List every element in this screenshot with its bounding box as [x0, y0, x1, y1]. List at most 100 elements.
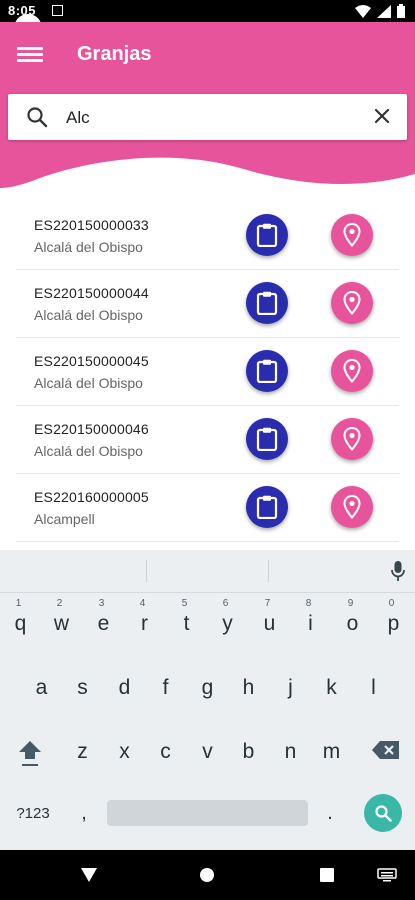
- menu-icon-bar: [17, 59, 43, 62]
- backspace-key[interactable]: [368, 740, 404, 766]
- signal-icon: [377, 4, 391, 18]
- search-enter-key[interactable]: [364, 794, 402, 832]
- details-button[interactable]: [246, 350, 288, 392]
- key-label: l: [371, 676, 376, 699]
- list-item[interactable]: ES220160000005 Alcampell: [16, 474, 399, 542]
- key-r[interactable]: 4r: [124, 598, 165, 648]
- key-label: s: [77, 676, 88, 699]
- system-nav-bar: [0, 850, 415, 900]
- farm-place: Alcalá del Obispo: [34, 307, 143, 323]
- details-button[interactable]: [246, 214, 288, 256]
- key-label: h: [242, 676, 255, 699]
- space-key[interactable]: [107, 800, 308, 826]
- keyboard-switch-icon[interactable]: [377, 868, 397, 882]
- period-key[interactable]: .: [318, 802, 342, 825]
- key-k[interactable]: k: [311, 662, 352, 712]
- list-item[interactable]: ES220150000045 Alcalá del Obispo: [16, 338, 399, 406]
- key-hint: 0: [388, 598, 395, 609]
- key-f[interactable]: f: [145, 662, 186, 712]
- key-v[interactable]: v: [187, 726, 228, 776]
- key-w[interactable]: 2w: [41, 598, 82, 648]
- search-icon: [27, 107, 48, 128]
- menu-button[interactable]: [17, 44, 43, 66]
- key-label: u: [263, 612, 276, 635]
- search-input[interactable]: [64, 103, 358, 133]
- menu-icon-bar: [17, 47, 43, 50]
- farm-place: Alcampell: [34, 511, 95, 527]
- key-t[interactable]: 5t: [166, 598, 207, 648]
- recents-icon[interactable]: [319, 867, 335, 883]
- system-icons: [355, 4, 405, 18]
- farm-place: Alcalá del Obispo: [34, 443, 143, 459]
- key-h[interactable]: h: [228, 662, 269, 712]
- map-button[interactable]: [331, 350, 373, 392]
- key-d[interactable]: d: [104, 662, 145, 712]
- key-label: n: [284, 740, 297, 763]
- key-i[interactable]: 8i: [290, 598, 331, 648]
- key-g[interactable]: g: [187, 662, 228, 712]
- key-hint: 1: [15, 598, 22, 609]
- page-title: Granjas: [77, 43, 152, 65]
- home-icon[interactable]: [199, 867, 215, 883]
- list-item[interactable]: ES220150000046 Alcalá del Obispo: [16, 406, 399, 474]
- back-icon[interactable]: [80, 867, 98, 883]
- details-button[interactable]: [246, 486, 288, 528]
- key-p[interactable]: 0p: [373, 598, 414, 648]
- key-z[interactable]: z: [62, 726, 103, 776]
- key-s[interactable]: s: [62, 662, 103, 712]
- farm-place: Alcalá del Obispo: [34, 375, 143, 391]
- notification-icon: [52, 5, 63, 16]
- key-c[interactable]: c: [145, 726, 186, 776]
- key-l[interactable]: l: [353, 662, 394, 712]
- farm-code: ES220150000046: [34, 421, 149, 437]
- microphone-icon[interactable]: [391, 560, 405, 582]
- key-e[interactable]: 3e: [83, 598, 124, 648]
- key-m[interactable]: m: [311, 726, 352, 776]
- key-j[interactable]: j: [270, 662, 311, 712]
- map-button[interactable]: [331, 214, 373, 256]
- comma-key[interactable]: ,: [72, 802, 96, 825]
- key-label: x: [119, 740, 130, 763]
- key-label: m: [322, 740, 341, 763]
- soft-keyboard: 1q 2w 3e 4r 5t 6y 7u 8i 9o 0p a s d f g …: [0, 550, 415, 850]
- key-o[interactable]: 9o: [332, 598, 373, 648]
- battery-icon: [397, 4, 405, 18]
- key-u[interactable]: 7u: [249, 598, 290, 648]
- location-pin-icon: [343, 291, 361, 315]
- map-button[interactable]: [331, 418, 373, 460]
- list-item[interactable]: ES220150000044 Alcalá del Obispo: [16, 270, 399, 338]
- clipboard-icon: [256, 427, 278, 451]
- key-label: r: [141, 612, 148, 635]
- list-item[interactable]: ES220150000033 Alcalá del Obispo: [16, 202, 399, 270]
- key-label: e: [97, 612, 110, 635]
- key-row-3: z x c v b n m: [0, 726, 415, 776]
- shift-key[interactable]: [10, 738, 50, 768]
- app-header: Granjas: [0, 22, 415, 192]
- close-icon[interactable]: [373, 107, 391, 125]
- key-b[interactable]: b: [228, 726, 269, 776]
- key-hint: 9: [347, 598, 354, 609]
- key-label: y: [222, 612, 233, 635]
- map-button[interactable]: [331, 282, 373, 324]
- key-x[interactable]: x: [104, 726, 145, 776]
- key-a[interactable]: a: [21, 662, 62, 712]
- suggestion-divider: [146, 560, 147, 582]
- key-hint: 4: [139, 598, 146, 609]
- clipboard-icon: [256, 291, 278, 315]
- map-button[interactable]: [331, 486, 373, 528]
- key-y[interactable]: 6y: [207, 598, 248, 648]
- details-button[interactable]: [246, 282, 288, 324]
- details-button[interactable]: [246, 418, 288, 460]
- key-label: b: [242, 740, 255, 763]
- symbols-key[interactable]: ?123: [8, 805, 58, 822]
- shift-icon: [19, 741, 41, 766]
- key-label: c: [160, 740, 171, 763]
- key-label: k: [326, 676, 337, 699]
- clipboard-icon: [256, 223, 278, 247]
- key-q[interactable]: 1q: [0, 598, 41, 648]
- menu-icon-bar: [17, 53, 43, 56]
- clipboard-icon: [256, 359, 278, 383]
- key-label: f: [162, 676, 169, 699]
- key-n[interactable]: n: [270, 726, 311, 776]
- location-pin-icon: [343, 359, 361, 383]
